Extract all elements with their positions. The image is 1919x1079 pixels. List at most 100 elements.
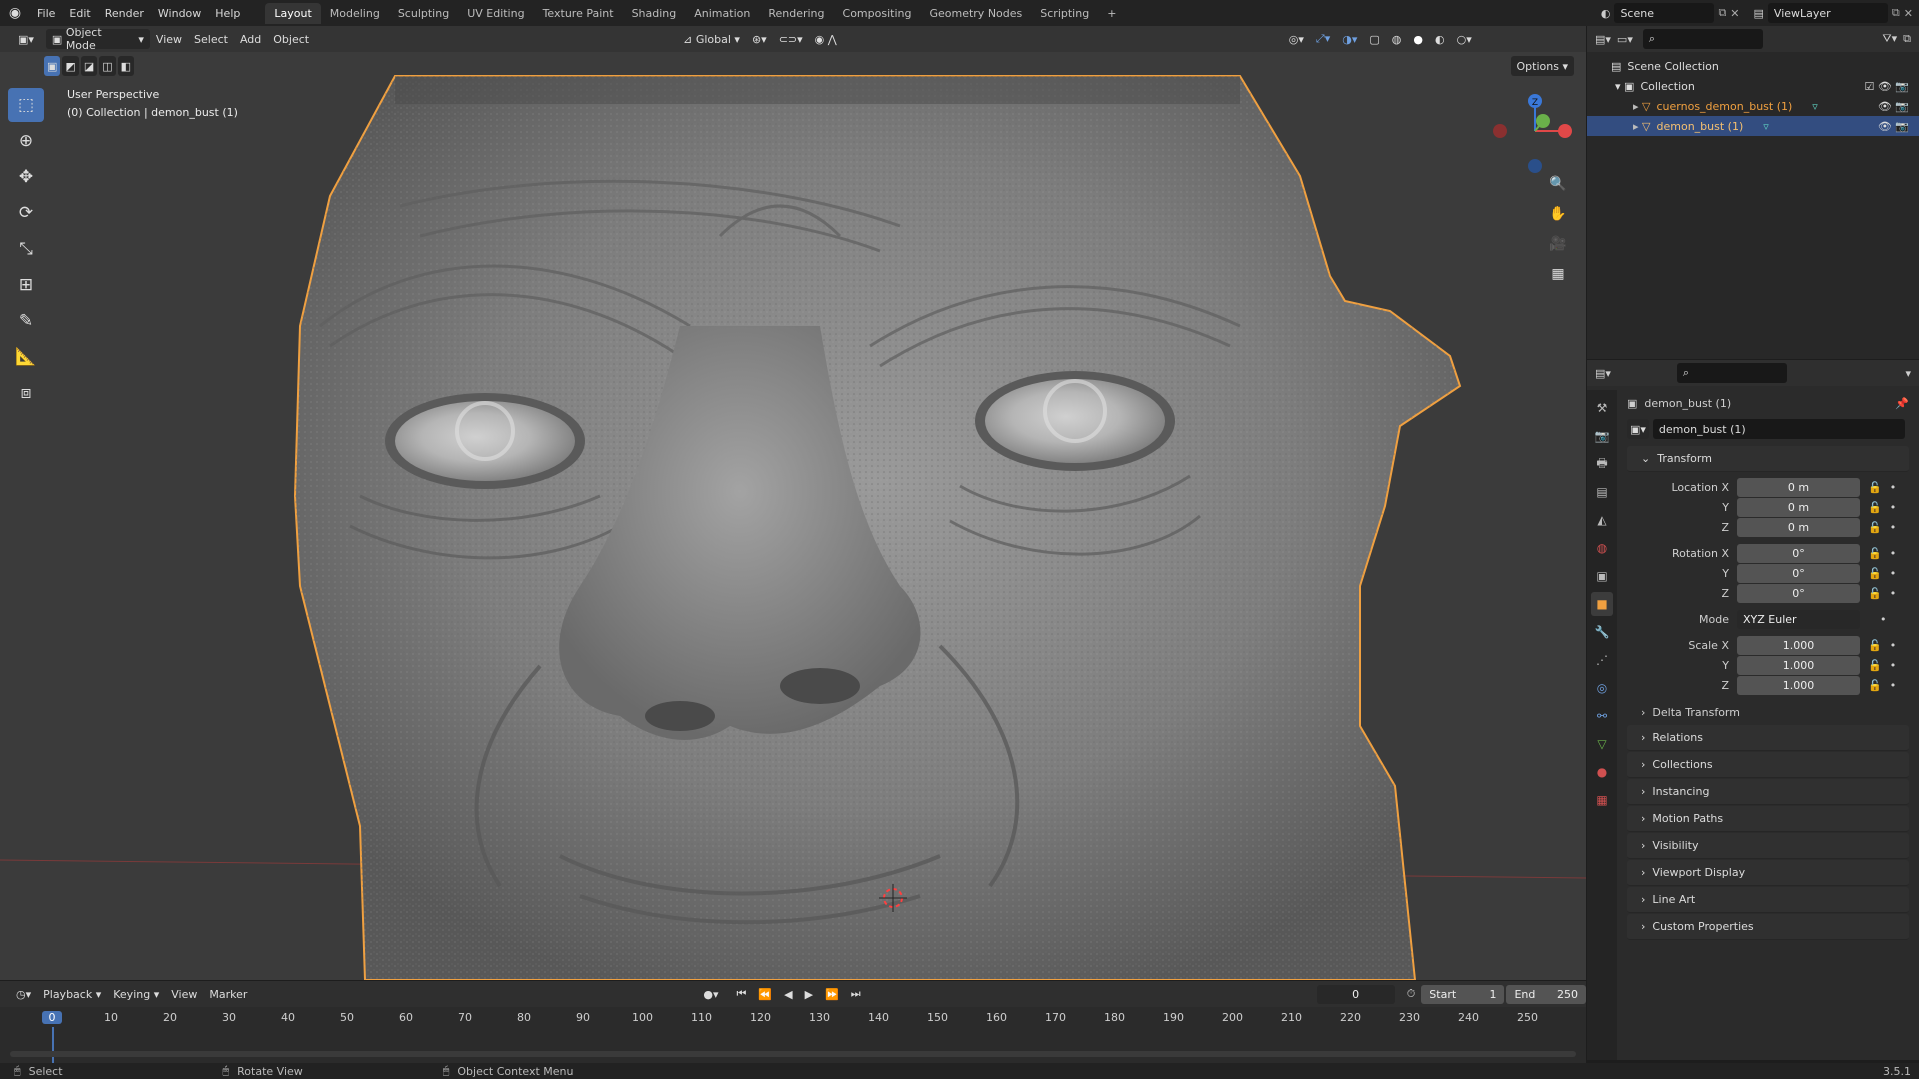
menu-file[interactable]: File [30, 7, 62, 20]
lock-icon[interactable]: 🔓 [1868, 501, 1882, 514]
expand-arrow-icon[interactable]: ▸ [1633, 100, 1642, 113]
lock-icon[interactable]: 🔓 [1868, 659, 1882, 672]
timeline-scrollbar[interactable] [10, 1051, 1576, 1057]
add-workspace-icon[interactable]: + [1098, 3, 1125, 24]
blender-logo-icon[interactable]: ◉ [0, 5, 30, 21]
tab-texture-paint[interactable]: Texture Paint [534, 3, 623, 24]
cursor-icon[interactable]: ⊕ [8, 124, 44, 158]
new-collection-icon[interactable]: ⧉ [1903, 32, 1911, 46]
material-tab-icon[interactable]: ● [1591, 760, 1613, 784]
wireframe-shading-icon[interactable]: ◍ [1386, 29, 1408, 49]
output-tab-icon[interactable]: 🖶 [1591, 452, 1613, 476]
select-extend-icon[interactable]: ◩ [62, 56, 79, 76]
camera-render-icon[interactable]: 📷 [1895, 100, 1909, 113]
solid-shading-icon[interactable]: ● [1407, 29, 1429, 49]
select-new-icon[interactable]: ▣ [44, 56, 61, 76]
lock-icon[interactable]: 🔓 [1868, 567, 1882, 580]
marker-menu[interactable]: Marker [203, 984, 253, 1004]
play-reverse-icon[interactable]: ◀ [778, 984, 798, 1004]
prev-keyframe-icon[interactable]: ⏪ [752, 984, 778, 1004]
select-menu[interactable]: Select [188, 29, 234, 49]
start-frame-field[interactable]: Start 1 [1421, 984, 1505, 1004]
timeline-editor-icon[interactable]: ◷▾ [10, 984, 37, 1004]
outliner-item-cuernos[interactable]: ▸ ▽ cuernos_demon_bust (1) ▿ 👁 📷 [1587, 96, 1919, 116]
menu-edit[interactable]: Edit [62, 7, 97, 20]
object-name-field[interactable]: demon_bust (1) [1652, 419, 1905, 439]
3d-viewport[interactable]: ▣▾ ▣ Object Mode ▾ View Select Add Objec… [0, 26, 1586, 980]
material-shading-icon[interactable]: ◐ [1429, 29, 1451, 49]
collections-panel-header[interactable]: › Collections [1627, 752, 1909, 778]
zoom-icon[interactable]: 🔍 [1544, 172, 1572, 196]
tab-layout[interactable]: Layout [265, 2, 321, 24]
rotation-x-field[interactable]: 0° [1737, 543, 1860, 563]
visibility-icon[interactable]: ◎▾ [1283, 29, 1310, 49]
visibility-panel-header[interactable]: › Visibility [1627, 833, 1909, 859]
custom-properties-panel-header[interactable]: › Custom Properties [1627, 914, 1909, 940]
checkbox-icon[interactable]: ☑ [1864, 80, 1874, 93]
add-cube-icon[interactable]: ⧈ [8, 376, 44, 410]
lock-icon[interactable]: 🔓 [1868, 547, 1882, 560]
location-x-field[interactable]: 0 m [1737, 477, 1860, 497]
eye-icon[interactable]: 👁 [1878, 100, 1892, 113]
xray-icon[interactable]: ▢ [1363, 29, 1385, 49]
menu-window[interactable]: Window [151, 7, 208, 20]
lock-icon[interactable]: 🔓 [1868, 679, 1882, 692]
keyframe-dot-icon[interactable]: • [1890, 547, 1897, 560]
scene-icon[interactable]: ◐ [1601, 7, 1611, 20]
rotation-z-field[interactable]: 0° [1737, 583, 1860, 603]
snap-icon[interactable]: ⊂⊃▾ [773, 29, 809, 49]
next-keyframe-icon[interactable]: ⏩ [819, 984, 845, 1004]
y-axis-icon[interactable] [1536, 114, 1550, 128]
scale-z-field[interactable]: 1.000 [1737, 675, 1860, 695]
gizmo-icon[interactable]: ⤢▾ [1310, 29, 1336, 49]
jump-end-icon[interactable]: ⏭ [845, 984, 867, 1004]
overlays-icon[interactable]: ◑▾ [1336, 29, 1363, 49]
lock-icon[interactable]: 🔓 [1868, 639, 1882, 652]
x-axis-icon[interactable] [1558, 124, 1572, 138]
current-frame-field[interactable]: 0 [1316, 984, 1395, 1004]
add-menu[interactable]: Add [234, 29, 267, 49]
annotate-icon[interactable]: ✎ [8, 304, 44, 338]
keying-menu[interactable]: Keying ▾ [107, 984, 165, 1004]
keyframe-dot-icon[interactable]: • [1890, 639, 1897, 652]
playback-menu[interactable]: Playback ▾ [37, 984, 107, 1004]
keyframe-dot-icon[interactable]: • [1890, 659, 1897, 672]
eye-icon[interactable]: 👁 [1878, 120, 1892, 133]
menu-help[interactable]: Help [208, 7, 247, 20]
play-icon[interactable]: ▶ [799, 984, 819, 1004]
grid-icon[interactable]: ▦ [1544, 262, 1572, 286]
move-icon[interactable]: ✥ [8, 160, 44, 194]
timeline-view-menu[interactable]: View [165, 984, 203, 1004]
select-intersect-icon[interactable]: ◧ [117, 56, 135, 76]
particles-tab-icon[interactable]: ⋰ [1591, 648, 1613, 672]
rotation-mode-dropdown[interactable]: XYZ Euler [1737, 609, 1860, 629]
lock-icon[interactable]: 🔓 [1868, 587, 1882, 600]
instancing-panel-header[interactable]: › Instancing [1627, 779, 1909, 805]
view-layer-icon[interactable]: ▤ [1754, 7, 1764, 20]
tab-scripting[interactable]: Scripting [1031, 3, 1098, 24]
keyframe-dot-icon[interactable]: • [1890, 679, 1897, 692]
keyframe-dot-icon[interactable]: • [1890, 587, 1897, 600]
scene-field[interactable]: Scene [1614, 3, 1715, 23]
neg-x-axis-icon[interactable] [1493, 124, 1507, 138]
object-menu[interactable]: Object [267, 29, 315, 49]
rotate-icon[interactable]: ⟳ [8, 196, 44, 230]
transform-panel-header[interactable]: ⌄ Transform [1627, 446, 1909, 472]
pan-hand-icon[interactable]: ✋ [1544, 202, 1572, 226]
constraints-tab-icon[interactable]: ⚯ [1591, 704, 1613, 728]
render-tab-icon[interactable]: 📷 [1591, 424, 1613, 448]
transform-icon[interactable]: ⊞ [8, 268, 44, 302]
tab-shading[interactable]: Shading [623, 3, 686, 24]
mode-dropdown[interactable]: ▣ Object Mode ▾ [45, 26, 150, 52]
neg-z-axis-icon[interactable] [1528, 159, 1542, 173]
tab-geometry-nodes[interactable]: Geometry Nodes [920, 3, 1031, 24]
tab-uv-editing[interactable]: UV Editing [458, 3, 533, 24]
view-menu[interactable]: View [150, 29, 188, 49]
pin-icon[interactable]: 📌 [1895, 397, 1909, 410]
editor-type-icon[interactable]: ▣▾ [12, 29, 40, 49]
measure-icon[interactable]: 📐 [8, 340, 44, 374]
camera-render-icon[interactable]: 📷 [1895, 120, 1909, 133]
rendered-shading-icon[interactable]: ○▾ [1451, 29, 1478, 49]
outliner-editor-icon[interactable]: ▤▾ [1595, 33, 1611, 46]
collection-row[interactable]: ▾ ▣ Collection ☑ 👁 📷 [1587, 76, 1919, 96]
